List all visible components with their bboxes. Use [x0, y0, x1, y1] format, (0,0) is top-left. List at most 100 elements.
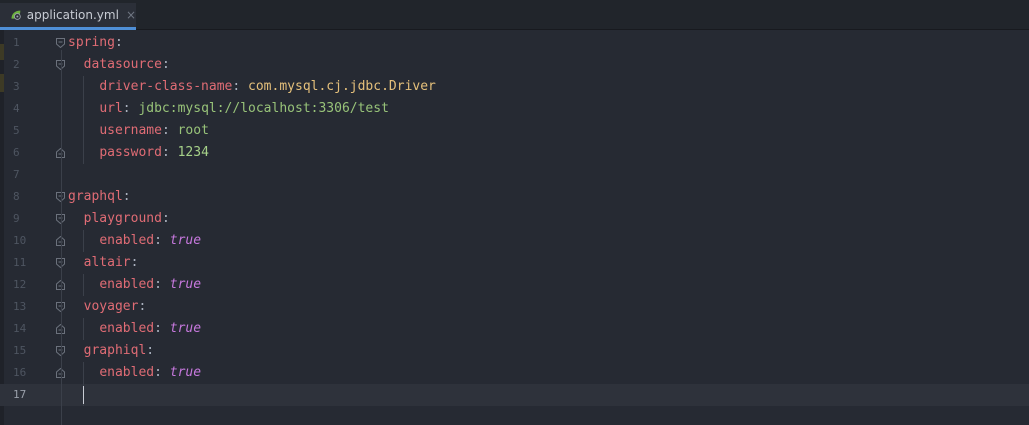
yaml-key: enabled [99, 321, 155, 336]
line-number: 9 [13, 212, 20, 225]
yaml-key: url [99, 101, 123, 116]
code-text: enabled: true [68, 230, 201, 252]
code-text: enabled: true [68, 318, 201, 340]
spring-leaf-icon [11, 10, 21, 20]
yaml-key: voyager [83, 299, 139, 314]
code-line[interactable]: 10 enabled: true [0, 230, 1029, 252]
yaml-separator: : [161, 145, 178, 160]
yaml-separator: : [122, 101, 139, 116]
yaml-separator: : [138, 299, 147, 314]
yaml-value: root [177, 123, 209, 138]
code-text: datasource: [68, 54, 170, 76]
yaml-separator: : [154, 277, 170, 292]
indent-guide [82, 76, 84, 164]
yaml-separator: : [161, 57, 170, 72]
code-line[interactable]: 17 [0, 384, 1029, 406]
yaml-key: enabled [99, 365, 155, 380]
yaml-value: true [169, 277, 202, 292]
line-number: 4 [13, 102, 20, 115]
code-line[interactable]: 11 altair: [0, 252, 1029, 274]
code-editor[interactable]: 1 spring: 2 datasource: 3 driver-class-name… [0, 30, 1029, 425]
tab-filename: application.yml [26, 8, 119, 22]
code-line[interactable]: 5 username: root [0, 120, 1029, 142]
code-text: enabled: true [68, 274, 201, 296]
yaml-separator: : [122, 189, 131, 204]
line-number: 6 [13, 146, 20, 159]
line-number: 10 [13, 234, 27, 247]
line-number: 3 [13, 80, 20, 93]
yaml-separator: : [154, 321, 170, 336]
code-text: playground: [68, 208, 170, 230]
line-number: 2 [13, 58, 20, 71]
yaml-value: jdbc:mysql://localhost:3306/test [138, 101, 389, 116]
code-line[interactable]: 8 graphql: [0, 186, 1029, 208]
yaml-value: true [169, 233, 202, 248]
yaml-key: username [99, 123, 162, 138]
line-number: 13 [13, 300, 27, 313]
line-number: 1 [13, 36, 20, 49]
line-number: 11 [13, 256, 27, 269]
code-text: enabled: true [68, 362, 201, 384]
close-tab-icon[interactable]: × [126, 8, 136, 22]
code-line[interactable]: 9 playground: [0, 208, 1029, 230]
code-line[interactable]: 13 voyager: [0, 296, 1029, 318]
line-number: 5 [13, 124, 20, 137]
indent-guide [82, 274, 84, 296]
indent-guide [61, 50, 62, 425]
code-text: altair: [68, 252, 139, 274]
yaml-separator: : [154, 365, 170, 380]
code-text: url: jdbc:mysql://localhost:3306/test [68, 98, 389, 120]
line-number: 15 [13, 344, 27, 357]
code-text: voyager: [68, 296, 147, 318]
code-text: graphiql: [68, 340, 154, 362]
yaml-key: altair [83, 255, 131, 270]
editor-tab-bar: application.yml × [0, 0, 1029, 30]
yaml-separator: : [114, 35, 123, 50]
yaml-key: enabled [99, 277, 155, 292]
yaml-separator: : [232, 79, 249, 94]
yaml-key: spring [68, 35, 115, 50]
indent-guide [82, 318, 84, 340]
line-number: 16 [13, 366, 27, 379]
line-number: 7 [13, 168, 20, 181]
indent-guide [82, 362, 84, 384]
code-line[interactable]: 16 enabled: true [0, 362, 1029, 384]
tab-application-yml[interactable]: application.yml × [0, 3, 136, 30]
line-number: 17 [13, 388, 27, 401]
yaml-value: true [169, 365, 202, 380]
indent-guide [82, 230, 84, 252]
yaml-key: enabled [99, 233, 155, 248]
fold-open-icon[interactable] [56, 38, 65, 48]
yaml-separator: : [146, 343, 155, 358]
code-line[interactable]: 4 url: jdbc:mysql://localhost:3306/test [0, 98, 1029, 120]
code-line[interactable]: 14 enabled: true [0, 318, 1029, 340]
code-line[interactable]: 2 datasource: [0, 54, 1029, 76]
yaml-value: com.mysql.cj.jdbc.Driver [248, 79, 436, 94]
yaml-separator: : [161, 123, 178, 138]
yaml-key: password [99, 145, 162, 160]
line-number: 12 [13, 278, 27, 291]
yaml-key: graphiql [83, 343, 147, 358]
code-text: spring: [68, 32, 123, 54]
line-number: 8 [13, 190, 20, 203]
code-line[interactable]: 12 enabled: true [0, 274, 1029, 296]
yaml-key: playground [83, 211, 162, 226]
code-line[interactable]: 6 password: 1234 [0, 142, 1029, 164]
yaml-value: true [169, 321, 202, 336]
code-line[interactable]: 3 driver-class-name: com.mysql.cj.jdbc.D… [0, 76, 1029, 98]
yaml-value: 1234 [177, 145, 209, 160]
code-line[interactable]: 7 [0, 164, 1029, 186]
code-line[interactable]: 1 spring: [0, 32, 1029, 54]
code-line[interactable]: 15 graphiql: [0, 340, 1029, 362]
